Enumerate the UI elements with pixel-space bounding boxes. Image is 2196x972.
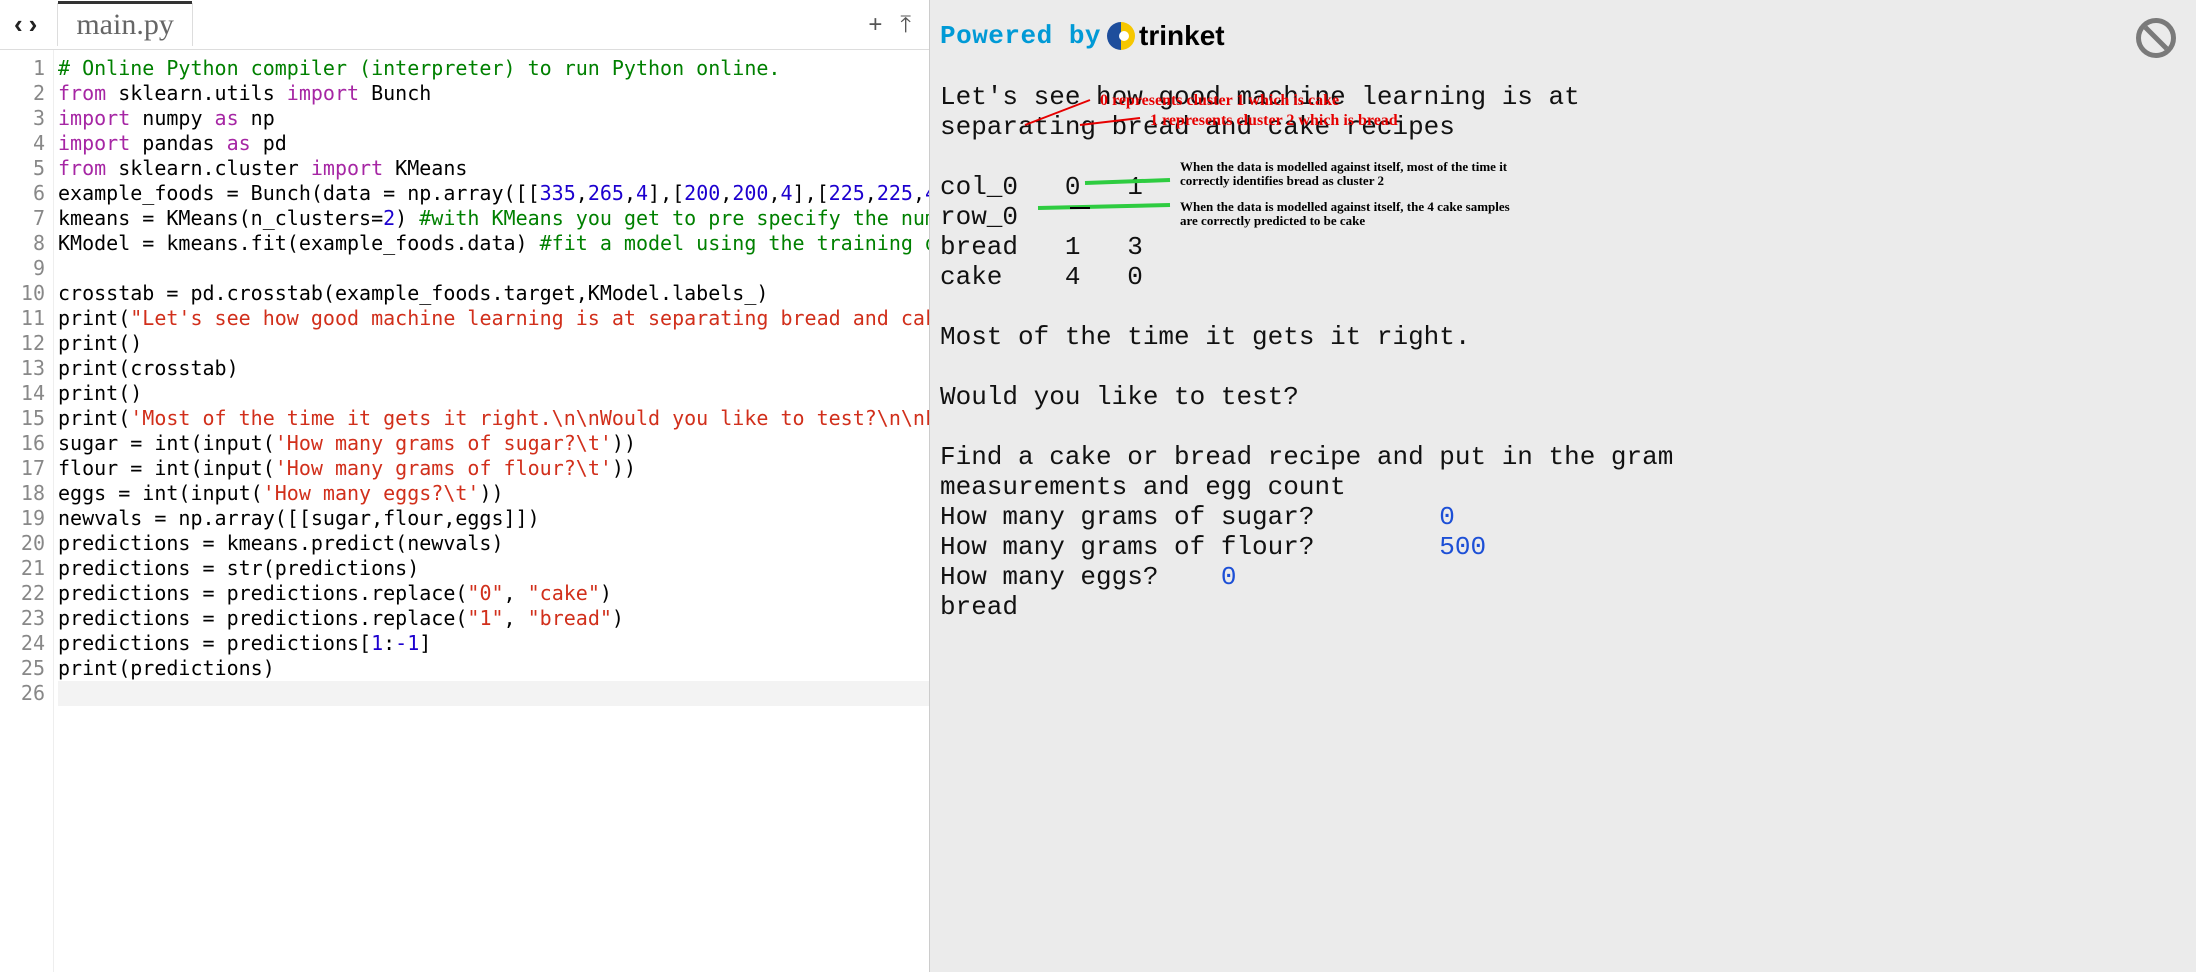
line-number: 26 bbox=[6, 681, 45, 706]
nav-arrows: ‹ › bbox=[0, 9, 51, 40]
upload-icon[interactable]: ⤒ bbox=[900, 11, 911, 39]
table-row: row_0 bbox=[940, 202, 1018, 232]
output-pane: Powered by trinket Let's see how good ma… bbox=[930, 0, 2196, 972]
code-line[interactable]: KModel = kmeans.fit(example_foods.data) … bbox=[58, 231, 929, 256]
line-gutter: 1234567891011121314151617181920212223242… bbox=[0, 50, 54, 972]
line-number: 14 bbox=[6, 381, 45, 406]
code-line[interactable]: print(predictions) bbox=[58, 656, 929, 681]
code-line[interactable]: print('Most of the time it gets it right… bbox=[58, 406, 929, 431]
line-number: 17 bbox=[6, 456, 45, 481]
line-number: 7 bbox=[6, 206, 45, 231]
line-number: 13 bbox=[6, 356, 45, 381]
powered-text: Powered by bbox=[940, 21, 1101, 51]
code-line[interactable]: from sklearn.cluster import KMeans bbox=[58, 156, 929, 181]
anno-red-2: 1 represents cluster 2 which is bread bbox=[1150, 112, 1398, 130]
line-number: 23 bbox=[6, 606, 45, 631]
editor-pane: ‹ › main.py + ⤒ 123456789101112131415161… bbox=[0, 0, 930, 972]
line-number: 6 bbox=[6, 181, 45, 206]
code-line[interactable]: predictions = predictions[1:-1] bbox=[58, 631, 929, 656]
table-header: col_0 0 1 bbox=[940, 172, 1143, 202]
out-line: Find a cake or bread recipe and put in t… bbox=[940, 442, 1673, 472]
line-number: 18 bbox=[6, 481, 45, 506]
anno-black-2: When the data is modelled against itself… bbox=[1180, 200, 1520, 228]
code-line[interactable]: # Online Python compiler (interpreter) t… bbox=[58, 56, 929, 81]
trinket-logo[interactable]: trinket bbox=[1107, 20, 1225, 52]
code-line[interactable]: flour = int(input('How many grams of flo… bbox=[58, 456, 929, 481]
code-line[interactable] bbox=[58, 681, 929, 706]
code-line[interactable] bbox=[58, 256, 929, 281]
code-line[interactable]: example_foods = Bunch(data = np.array([[… bbox=[58, 181, 929, 206]
tab-main-py[interactable]: main.py bbox=[57, 3, 193, 46]
code-editor[interactable]: 1234567891011121314151617181920212223242… bbox=[0, 50, 929, 972]
line-number: 1 bbox=[6, 56, 45, 81]
powered-by: Powered by trinket bbox=[940, 20, 2186, 52]
code-line[interactable]: import numpy as np bbox=[58, 106, 929, 131]
logo-icon bbox=[1107, 22, 1135, 50]
line-number: 11 bbox=[6, 306, 45, 331]
code-area[interactable]: # Online Python compiler (interpreter) t… bbox=[54, 50, 929, 972]
out-line: measurements and egg count bbox=[940, 472, 1346, 502]
add-tab-icon[interactable]: + bbox=[868, 11, 882, 39]
nav-back-icon[interactable]: ‹ bbox=[14, 9, 23, 40]
line-number: 21 bbox=[6, 556, 45, 581]
line-number: 8 bbox=[6, 231, 45, 256]
code-line[interactable]: newvals = np.array([[sugar,flour,eggs]]) bbox=[58, 506, 929, 531]
logo-text: trinket bbox=[1139, 20, 1225, 52]
input-eggs: 0 bbox=[1221, 562, 1237, 592]
table-row: cake 4 0 bbox=[940, 262, 1143, 292]
line-number: 19 bbox=[6, 506, 45, 531]
code-line[interactable]: predictions = kmeans.predict(newvals) bbox=[58, 531, 929, 556]
code-line[interactable]: kmeans = KMeans(n_clusters=2) #with KMea… bbox=[58, 206, 929, 231]
out-line: Most of the time it gets it right. bbox=[940, 322, 1471, 352]
nav-forward-icon[interactable]: › bbox=[29, 9, 38, 40]
code-line[interactable]: from sklearn.utils import Bunch bbox=[58, 81, 929, 106]
line-number: 9 bbox=[6, 256, 45, 281]
input-sugar: 0 bbox=[1439, 502, 1455, 532]
code-line[interactable]: eggs = int(input('How many eggs?\t')) bbox=[58, 481, 929, 506]
code-line[interactable]: crosstab = pd.crosstab(example_foods.tar… bbox=[58, 281, 929, 306]
prompt-flour: How many grams of flour? bbox=[940, 532, 1439, 562]
line-number: 16 bbox=[6, 431, 45, 456]
console-output: Let's see how good machine learning is a… bbox=[940, 52, 2186, 622]
line-number: 4 bbox=[6, 131, 45, 156]
code-line[interactable]: predictions = predictions.replace("1", "… bbox=[58, 606, 929, 631]
line-number: 20 bbox=[6, 531, 45, 556]
line-number: 5 bbox=[6, 156, 45, 181]
code-line[interactable]: print() bbox=[58, 381, 929, 406]
out-result: bread bbox=[940, 592, 1018, 622]
code-line[interactable]: import pandas as pd bbox=[58, 131, 929, 156]
table-row: bread 1 3 bbox=[940, 232, 1143, 262]
anno-black-1: When the data is modelled against itself… bbox=[1180, 160, 1520, 188]
prompt-eggs: How many eggs? bbox=[940, 562, 1221, 592]
anno-red-1: 0 represents cluster 1 which is cake bbox=[1100, 92, 1339, 110]
code-line[interactable]: print() bbox=[58, 331, 929, 356]
code-line[interactable]: predictions = str(predictions) bbox=[58, 556, 929, 581]
line-number: 25 bbox=[6, 656, 45, 681]
tab-actions: + ⤒ bbox=[868, 11, 929, 39]
line-number: 24 bbox=[6, 631, 45, 656]
line-number: 10 bbox=[6, 281, 45, 306]
line-number: 15 bbox=[6, 406, 45, 431]
code-line[interactable]: print("Let's see how good machine learni… bbox=[58, 306, 929, 331]
out-line: Would you like to test? bbox=[940, 382, 1299, 412]
line-number: 22 bbox=[6, 581, 45, 606]
prompt-sugar: How many grams of sugar? bbox=[940, 502, 1439, 532]
code-line[interactable]: sugar = int(input('How many grams of sug… bbox=[58, 431, 929, 456]
line-number: 3 bbox=[6, 106, 45, 131]
tab-bar: ‹ › main.py + ⤒ bbox=[0, 0, 929, 50]
input-flour: 500 bbox=[1439, 532, 1486, 562]
line-number: 12 bbox=[6, 331, 45, 356]
code-line[interactable]: predictions = predictions.replace("0", "… bbox=[58, 581, 929, 606]
app-root: ‹ › main.py + ⤒ 123456789101112131415161… bbox=[0, 0, 2196, 972]
code-line[interactable]: print(crosstab) bbox=[58, 356, 929, 381]
line-number: 2 bbox=[6, 81, 45, 106]
